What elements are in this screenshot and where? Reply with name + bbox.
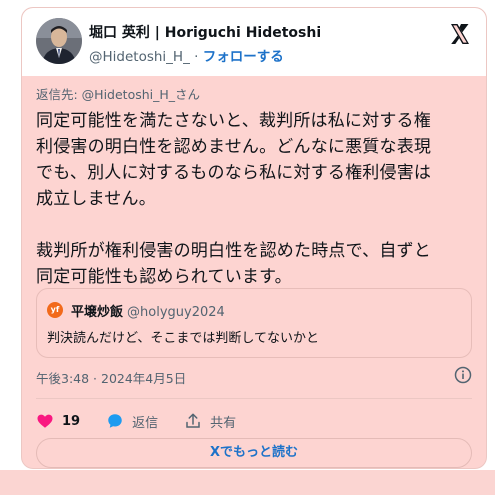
quoted-author-name: 平壌炒飯 [71,305,124,320]
quoted-author-handle: @holyguy2024 [127,305,225,320]
author-handle-line: @Hidetoshi_H_ · フォローする [89,45,284,65]
share-label: 共有 [210,415,237,431]
follow-button[interactable]: フォローする [203,49,284,65]
heart-icon [37,414,53,428]
tweet-timestamp[interactable]: 午後3:48 · 2024年4月5日 [36,368,186,387]
reply-button[interactable]: 返信 [106,412,158,431]
tweet-actions: 19 返信 共有 [36,406,262,436]
author-handle[interactable]: @Hidetoshi_H_ [89,49,190,65]
quoted-author-avatar: yf [47,302,63,318]
read-more-button[interactable]: Xでもっと読む [36,438,472,468]
tweet-header: 堀口 英利 | Horiguchi Hidetoshi @Hidetoshi_H… [22,8,486,76]
reply-label: 返信 [132,415,159,431]
handle-separator: · [194,49,199,65]
like-button[interactable]: 19 [36,412,80,430]
author-name[interactable]: 堀口 英利 | Horiguchi Hidetoshi [89,22,321,42]
tweet-card: 堀口 英利 | Horiguchi Hidetoshi @Hidetoshi_H… [21,7,487,469]
x-logo-icon[interactable] [448,22,472,46]
author-avatar[interactable] [36,18,82,64]
like-count: 19 [62,413,81,429]
tweet-text: 同定可能性を満たさないと、裁判所は私に対する権 利侵害の明白性を認めません。どん… [36,111,432,287]
quoted-tweet[interactable]: yf 平壌炒飯 @holyguy2024 判決読んだけど、そこまでは判断してないか… [36,288,472,358]
page-background-strip [0,470,495,495]
share-icon [186,413,200,428]
quoted-author-line: 平壌炒飯 @holyguy2024 [71,301,225,320]
divider [36,398,472,399]
reply-to-label: 返信先: @Hidetoshi_H_さん [36,87,201,102]
reply-bubble-icon [108,414,122,428]
share-button[interactable]: 共有 [184,412,236,431]
info-icon[interactable] [454,366,472,384]
quoted-tweet-text: 判決読んだけど、そこまでは判断してないかと [47,331,319,346]
